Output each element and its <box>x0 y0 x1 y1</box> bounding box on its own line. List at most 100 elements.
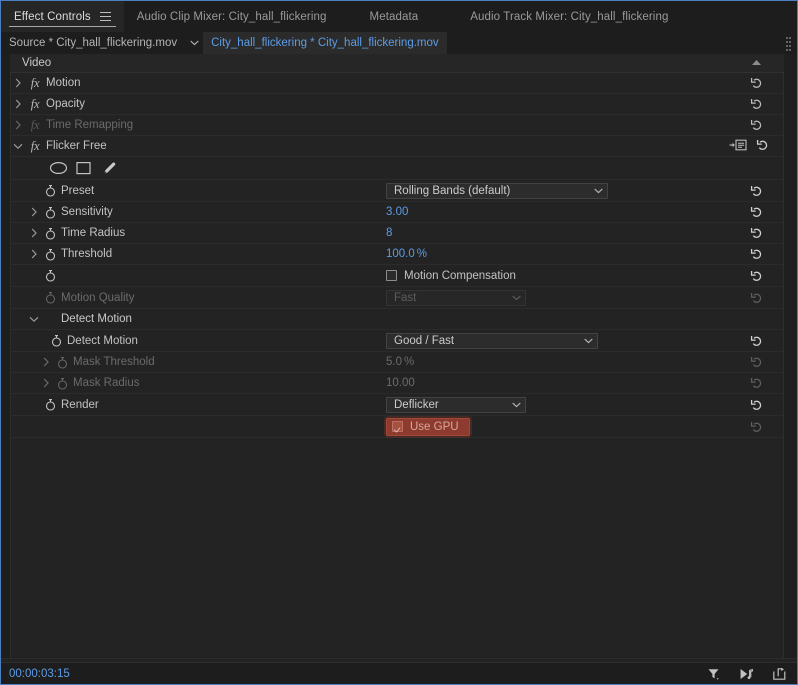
timecode-display[interactable]: 00:00:03:15 <box>1 668 70 680</box>
property-row-mask-radius[interactable]: Mask Radius 10.00 <box>10 373 784 394</box>
property-row-render[interactable]: Render Deflicker <box>10 394 784 416</box>
property-label-mask-radius: Mask Radius <box>73 377 140 389</box>
use-gpu-highlight[interactable]: Use GPU <box>386 417 470 436</box>
reset-icon[interactable] <box>750 420 764 434</box>
property-row-preset[interactable]: Preset Rolling Bands (default) <box>10 180 784 202</box>
tab-effect-controls[interactable]: Effect Controls <box>1 1 124 32</box>
effect-row-time-remapping[interactable]: fx Time Remapping <box>10 115 784 136</box>
chevron-right-icon[interactable] <box>26 244 42 264</box>
filter-funnel-icon[interactable] <box>706 666 721 681</box>
stopwatch-icon[interactable] <box>42 206 59 219</box>
property-row-threshold[interactable]: Threshold 100.0% <box>10 244 784 265</box>
property-row-mask-threshold[interactable]: Mask Threshold 5.0% <box>10 352 784 373</box>
reset-icon[interactable] <box>750 76 764 90</box>
reset-icon[interactable] <box>750 118 764 132</box>
property-row-sensitivity[interactable]: Sensitivity 3.00 <box>10 202 784 223</box>
stopwatch-icon[interactable] <box>48 334 65 347</box>
tab-audio-track-mixer[interactable]: Audio Track Mixer: City_hall_flickering <box>448 1 681 32</box>
panel-bottom-bar: 00:00:03:15 <box>1 662 797 684</box>
source-clip-bar: Source * City_hall_flickering.mov City_h… <box>1 32 797 54</box>
chevron-down-icon[interactable] <box>10 136 26 156</box>
chevron-right-icon[interactable] <box>26 202 42 222</box>
detect-motion-dropdown[interactable]: Good / Fast <box>386 332 598 349</box>
sensitivity-value[interactable]: 3.00 <box>386 206 408 218</box>
property-value-mask-threshold: 5.0% <box>386 352 414 372</box>
effect-properties-area: Video fx Motion fx Opacity fx Time Remap… <box>1 54 797 662</box>
reset-icon[interactable] <box>756 138 770 155</box>
vertical-scroll-gutter[interactable] <box>783 54 797 662</box>
time-radius-value[interactable]: 8 <box>386 227 392 239</box>
property-value-use-gpu: Use GPU <box>386 416 470 437</box>
chevron-down-icon[interactable] <box>185 32 203 54</box>
drag-grip-icon[interactable] <box>786 37 791 51</box>
reset-icon[interactable] <box>750 205 764 219</box>
render-dropdown[interactable]: Deflicker <box>386 396 526 413</box>
source-label[interactable]: Source * City_hall_flickering.mov <box>1 32 185 54</box>
threshold-unit: % <box>416 248 428 260</box>
chevron-right-icon[interactable] <box>38 352 54 372</box>
property-row-time-radius[interactable]: Time Radius 8 <box>10 223 784 244</box>
property-label-detect-motion: Detect Motion <box>67 334 138 347</box>
property-value-render: Deflicker <box>386 394 526 415</box>
mask-radius-value[interactable]: 10.00 <box>386 377 415 389</box>
chevron-right-icon[interactable] <box>10 115 26 135</box>
reset-icon[interactable] <box>750 247 764 261</box>
chevron-right-icon[interactable] <box>10 94 26 114</box>
reset-icon[interactable] <box>750 97 764 111</box>
stopwatch-icon[interactable] <box>42 184 59 197</box>
reset-icon[interactable] <box>750 269 764 283</box>
reset-icon[interactable] <box>750 398 764 412</box>
effect-row-motion[interactable]: fx Motion <box>10 73 784 94</box>
property-row-detect-motion[interactable]: Detect Motion Good / Fast <box>10 330 784 352</box>
tab-metadata[interactable]: Metadata <box>340 1 449 32</box>
motion-quality-dropdown-value: Fast <box>394 291 417 304</box>
rectangle-mask-icon[interactable] <box>71 159 96 177</box>
reset-icon[interactable] <box>750 334 764 348</box>
play-audio-icon[interactable] <box>739 666 754 681</box>
panel-menu-icon[interactable] <box>99 12 111 21</box>
property-row-use-gpu[interactable]: Use GPU <box>10 416 784 438</box>
chevron-right-icon[interactable] <box>26 223 42 243</box>
stopwatch-icon[interactable] <box>42 269 59 282</box>
stopwatch-icon[interactable] <box>42 398 59 411</box>
triangle-up-icon[interactable] <box>751 57 762 69</box>
tab-audio-clip-mixer[interactable]: Audio Clip Mixer: City_hall_flickering <box>124 1 340 32</box>
motion-compensation-checkbox-wrap[interactable]: Motion Compensation <box>386 270 516 282</box>
video-section-header[interactable]: Video <box>10 54 784 73</box>
selected-clip-label[interactable]: City_hall_flickering * City_hall_flicker… <box>203 32 447 54</box>
property-label-motion-quality: Motion Quality <box>61 291 135 304</box>
chevron-right-icon[interactable] <box>38 373 54 393</box>
effect-row-flicker-free[interactable]: fx Flicker Free <box>10 136 784 157</box>
ellipse-mask-icon[interactable] <box>46 159 71 177</box>
stopwatch-icon[interactable] <box>42 291 59 304</box>
use-gpu-checkbox[interactable] <box>392 421 403 432</box>
property-row-motion-compensation[interactable]: Motion Compensation <box>10 265 784 287</box>
reset-icon[interactable] <box>750 226 764 240</box>
preset-dropdown[interactable]: Rolling Bands (default) <box>386 182 608 199</box>
reset-icon[interactable] <box>750 184 764 198</box>
property-label-mask-threshold: Mask Threshold <box>73 356 155 368</box>
effect-label-time-remapping: Time Remapping <box>46 119 134 131</box>
mask-reference-icon[interactable] <box>729 139 747 154</box>
reset-icon[interactable] <box>750 291 764 305</box>
threshold-value-group[interactable]: 100.0% <box>386 248 427 260</box>
stopwatch-icon[interactable] <box>42 227 59 240</box>
stopwatch-icon[interactable] <box>54 356 71 369</box>
effect-row-opacity[interactable]: fx Opacity <box>10 94 784 115</box>
motion-compensation-checkbox[interactable] <box>386 270 397 281</box>
chevron-down-icon[interactable] <box>26 309 42 329</box>
export-frame-icon[interactable] <box>772 666 787 681</box>
reset-icon[interactable] <box>750 355 764 369</box>
motion-quality-dropdown[interactable]: Fast <box>386 289 526 306</box>
stopwatch-icon[interactable] <box>42 248 59 261</box>
mask-threshold-value-group[interactable]: 5.0% <box>386 356 414 368</box>
fx-icon: fx <box>30 75 40 90</box>
property-group-detect-motion[interactable]: Detect Motion <box>10 309 784 330</box>
pen-mask-icon[interactable] <box>96 159 121 177</box>
chevron-right-icon[interactable] <box>10 73 26 93</box>
property-row-motion-quality[interactable]: Motion Quality Fast <box>10 287 784 309</box>
reset-icon[interactable] <box>750 376 764 390</box>
stopwatch-icon[interactable] <box>54 377 71 390</box>
